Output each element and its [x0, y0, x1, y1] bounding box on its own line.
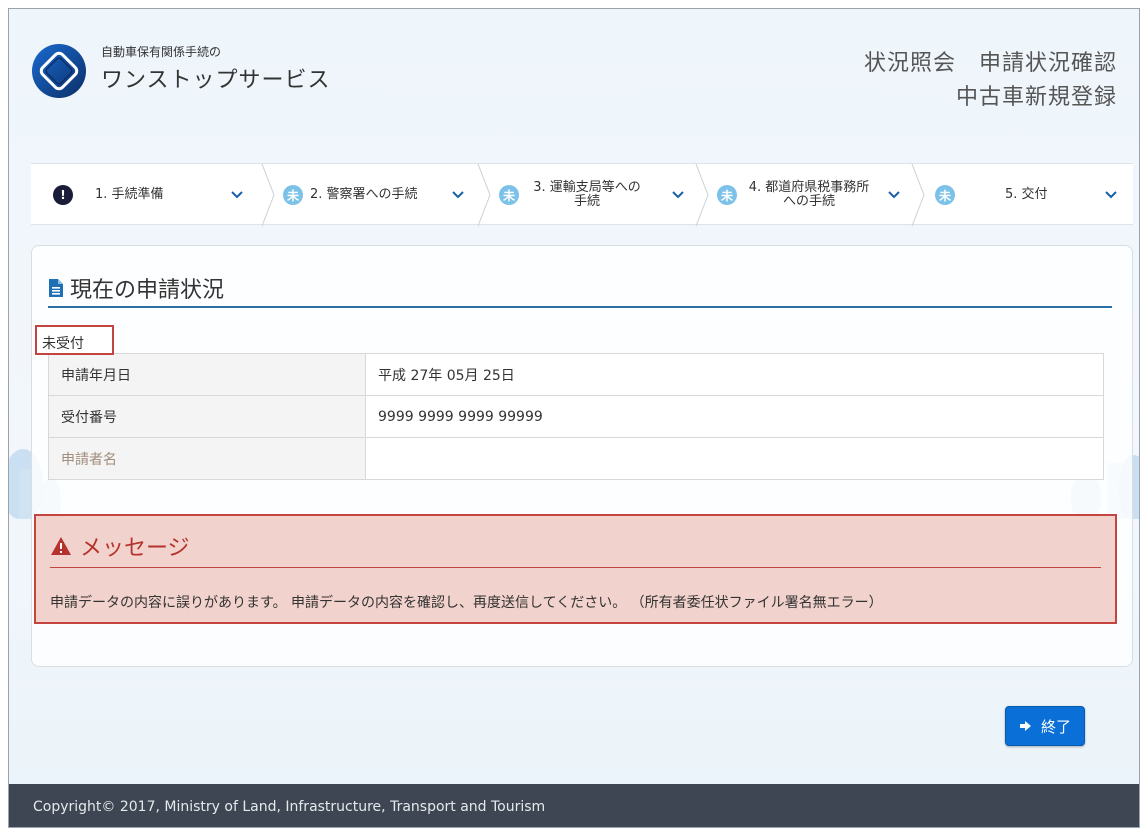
- divider: [50, 567, 1101, 568]
- row-value: 平成 27年 05月 25日: [365, 353, 1104, 396]
- error-icon: !: [53, 185, 73, 205]
- chevron-down-icon[interactable]: [229, 186, 245, 202]
- application-info-table: 申請年月日 平成 27年 05月 25日 受付番号 9999 9999 9999…: [48, 353, 1104, 480]
- document-icon: [49, 279, 63, 297]
- step-label: 3. 運輸支局等への手続: [533, 180, 641, 209]
- pending-badge-icon: 未: [935, 185, 955, 205]
- pending-badge-icon: 未: [717, 185, 737, 205]
- copyright-text: Copyright© 2017, Ministry of Land, Infra…: [33, 799, 546, 815]
- table-row: 申請者名: [48, 437, 1104, 480]
- step-separator: [261, 164, 275, 226]
- page-subtitle: 中古車新規登録: [955, 85, 1117, 110]
- step-label: 4. 都道府県税事務所への手続: [748, 180, 870, 209]
- message-text: 申請データの内容に誤りがあります。 申請データの内容を確認し、再度送信してくださ…: [50, 595, 883, 611]
- step-2-tab[interactable]: 未 2. 警察署への手続: [283, 164, 453, 226]
- message-box: メッセージ 申請データの内容に誤りがあります。 申請データの内容を確認し、再度送…: [34, 514, 1117, 624]
- message-title-text: メッセージ: [80, 536, 190, 561]
- row-value: 9999 9999 9999 99999: [365, 395, 1104, 438]
- table-row: 申請年月日 平成 27年 05月 25日: [48, 353, 1104, 396]
- chevron-down-icon[interactable]: [886, 186, 902, 202]
- warning-icon: [51, 537, 71, 555]
- end-button-label: 終了: [1040, 717, 1071, 736]
- chevron-down-icon[interactable]: [450, 186, 466, 202]
- step-navigation: ! 1. 手続準備 未 2. 警察署への手続 未 3. 運輸支局等への手続 未 …: [31, 163, 1133, 226]
- step-separator: [695, 164, 709, 226]
- logo-title: ワンストップサービス: [101, 68, 331, 93]
- step-label: 5. 交付: [1005, 187, 1048, 202]
- step-3-tab[interactable]: 未 3. 運輸支局等への手続: [499, 164, 669, 226]
- pending-badge-icon: 未: [283, 185, 303, 205]
- pending-badge-icon: 未: [499, 185, 519, 205]
- page-title: 状況照会 申請状況確認: [863, 51, 1117, 76]
- app-window: 自動車保有関係手続の ワンストップサービス 状況照会 申請状況確認 中古車新規登…: [8, 8, 1140, 828]
- panel-title-text: 現在の申請状況: [70, 278, 225, 303]
- step-separator: [477, 164, 491, 226]
- chevron-down-icon[interactable]: [670, 186, 686, 202]
- chevron-down-icon[interactable]: [1103, 186, 1119, 202]
- logo-subtitle: 自動車保有関係手続の: [101, 45, 222, 59]
- table-row: 受付番号 9999 9999 9999 99999: [48, 395, 1104, 438]
- row-key: 申請者名: [48, 437, 366, 480]
- end-button[interactable]: 終了: [1005, 706, 1085, 746]
- message-title: メッセージ: [50, 530, 190, 562]
- status-panel: 現在の申請状況 申請年月日 平成 27年 05月 25日 受付番号 9999 9…: [31, 245, 1133, 667]
- step-label: 2. 警察署への手続: [310, 187, 418, 202]
- step-5-tab[interactable]: 未 5. 交付: [935, 164, 1105, 226]
- status-badge: 未受付: [35, 325, 114, 355]
- row-key: 申請年月日: [48, 353, 366, 396]
- row-value: [365, 437, 1104, 480]
- exit-icon: [1019, 721, 1031, 731]
- divider: [48, 306, 1112, 308]
- step-1-tab[interactable]: ! 1. 手続準備: [53, 164, 253, 226]
- step-separator: [911, 164, 925, 226]
- panel-title: 現在の申請状況: [48, 272, 224, 304]
- step-label: 1. 手続準備: [95, 187, 164, 202]
- footer: Copyright© 2017, Ministry of Land, Infra…: [9, 784, 1139, 827]
- logo-icon: [32, 44, 86, 98]
- step-4-tab[interactable]: 未 4. 都道府県税事務所への手続: [717, 164, 887, 226]
- row-key: 受付番号: [48, 395, 366, 438]
